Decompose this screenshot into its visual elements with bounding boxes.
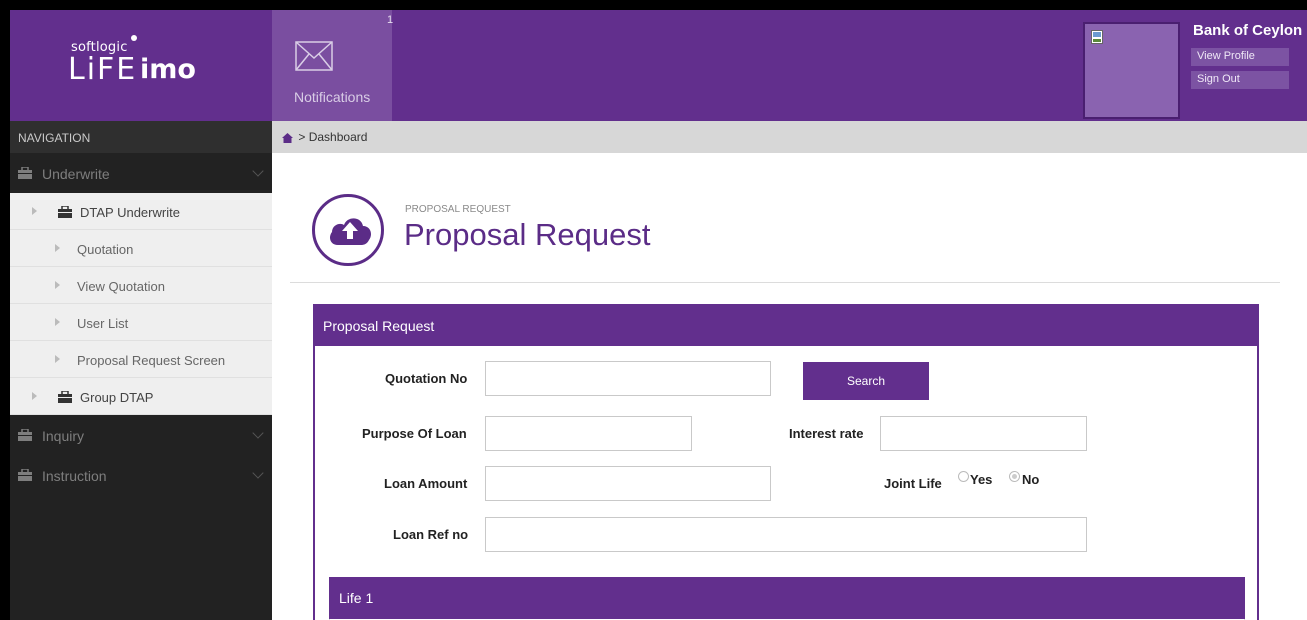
nav-title: NAVIGATION <box>10 121 272 153</box>
cloud-upload-icon <box>330 218 371 245</box>
briefcase-icon <box>58 206 72 218</box>
chevron-down-icon <box>252 427 264 439</box>
envelope-icon <box>295 41 333 71</box>
home-icon[interactable] <box>282 132 293 143</box>
top-header: softlogic LiFE imo 1 Notifications Bank … <box>10 10 1307 121</box>
sidebar-group-instruction[interactable]: Instruction <box>10 455 272 495</box>
brand-logo[interactable]: softlogic LiFE imo <box>10 10 272 121</box>
sidebar-nav: NAVIGATION Underwrite DTAP Underwrite Qu… <box>10 121 272 620</box>
title-divider <box>290 282 1280 283</box>
breadcrumb-separator: > <box>298 130 306 144</box>
proposal-request-panel: Proposal Request Quotation No Search Pur… <box>313 304 1259 620</box>
cloud-upload-badge <box>312 194 384 266</box>
sidebar-group-label: Inquiry <box>42 428 85 444</box>
chevron-down-icon <box>252 165 264 177</box>
sidebar-group-label: Instruction <box>42 468 107 484</box>
sidebar-item-label: Group DTAP <box>80 390 154 405</box>
sidebar-group-label: Underwrite <box>42 166 110 182</box>
sidebar-item-label: User List <box>77 316 129 331</box>
view-profile-link[interactable]: View Profile <box>1191 48 1289 66</box>
logo-imo-text: imo <box>140 54 196 85</box>
chevron-down-icon <box>252 467 264 479</box>
caret-right-icon <box>55 318 60 326</box>
logo-dot <box>131 35 137 41</box>
quotation-no-label: Quotation No <box>385 371 468 386</box>
briefcase-icon <box>18 429 32 441</box>
bank-name: Bank of Ceylon <box>1193 22 1303 39</box>
caret-right-icon <box>55 281 60 289</box>
joint-life-yes-label: Yes <box>970 472 993 487</box>
sidebar-group-underwrite[interactable]: Underwrite <box>10 153 272 193</box>
sidebar-item-label: View Quotation <box>77 279 165 294</box>
profile-avatar[interactable] <box>1083 22 1180 119</box>
loan-ref-no-input[interactable] <box>485 517 1087 552</box>
sidebar-group-inquiry[interactable]: Inquiry <box>10 415 272 455</box>
panel-header: Proposal Request <box>315 306 1257 346</box>
joint-life-label: Joint Life <box>884 476 942 491</box>
sidebar-item-label: Proposal Request Screen <box>77 353 226 368</box>
briefcase-icon <box>18 469 32 481</box>
joint-life-no-label: No <box>1022 472 1040 487</box>
life-1-section-header[interactable]: Life 1 <box>329 577 1245 619</box>
interest-rate-label: Interest rate <box>789 426 864 441</box>
broken-image-icon <box>1091 30 1103 44</box>
caret-right-icon <box>55 355 60 363</box>
briefcase-icon <box>58 391 72 403</box>
caret-right-icon <box>32 207 37 215</box>
caret-right-icon <box>55 244 60 252</box>
notifications-label: Notifications <box>294 89 371 105</box>
loan-ref-no-label: Loan Ref no <box>393 527 469 542</box>
sidebar-item-proposal-request-screen[interactable]: Proposal Request Screen <box>10 341 272 378</box>
sidebar-item-dtap-underwrite[interactable]: DTAP Underwrite <box>10 193 272 230</box>
purpose-of-loan-label: Purpose Of Loan <box>362 426 467 441</box>
sidebar-item-label: Quotation <box>77 242 134 257</box>
page-subtitle: PROPOSAL REQUEST <box>405 204 511 215</box>
sidebar-item-view-quotation[interactable]: View Quotation <box>10 267 272 304</box>
notifications-button[interactable]: 1 Notifications <box>272 10 394 121</box>
search-button[interactable]: Search <box>803 362 929 400</box>
purpose-of-loan-input[interactable] <box>485 416 692 451</box>
loan-amount-input[interactable] <box>485 466 771 501</box>
briefcase-icon <box>18 167 32 179</box>
breadcrumb-current[interactable]: Dashboard <box>309 130 368 144</box>
sidebar-item-group-dtap[interactable]: Group DTAP <box>10 378 272 415</box>
joint-life-yes-radio[interactable] <box>958 471 969 482</box>
page-title: Proposal Request <box>404 217 651 252</box>
sidebar-item-label: DTAP Underwrite <box>80 205 180 220</box>
notifications-count: 1 <box>387 14 394 26</box>
joint-life-no-radio[interactable] <box>1009 471 1020 482</box>
loan-amount-label: Loan Amount <box>384 476 468 491</box>
logo-life-text: LiFE <box>68 52 138 87</box>
app-frame: softlogic LiFE imo 1 Notifications Bank … <box>10 10 1307 620</box>
sign-out-link[interactable]: Sign Out <box>1191 71 1289 89</box>
quotation-no-input[interactable] <box>485 361 771 396</box>
breadcrumb: > Dashboard <box>272 121 1307 153</box>
sidebar-item-quotation[interactable]: Quotation <box>10 230 272 267</box>
caret-right-icon <box>32 392 37 400</box>
sidebar-item-user-list[interactable]: User List <box>10 304 272 341</box>
interest-rate-input[interactable] <box>880 416 1087 451</box>
